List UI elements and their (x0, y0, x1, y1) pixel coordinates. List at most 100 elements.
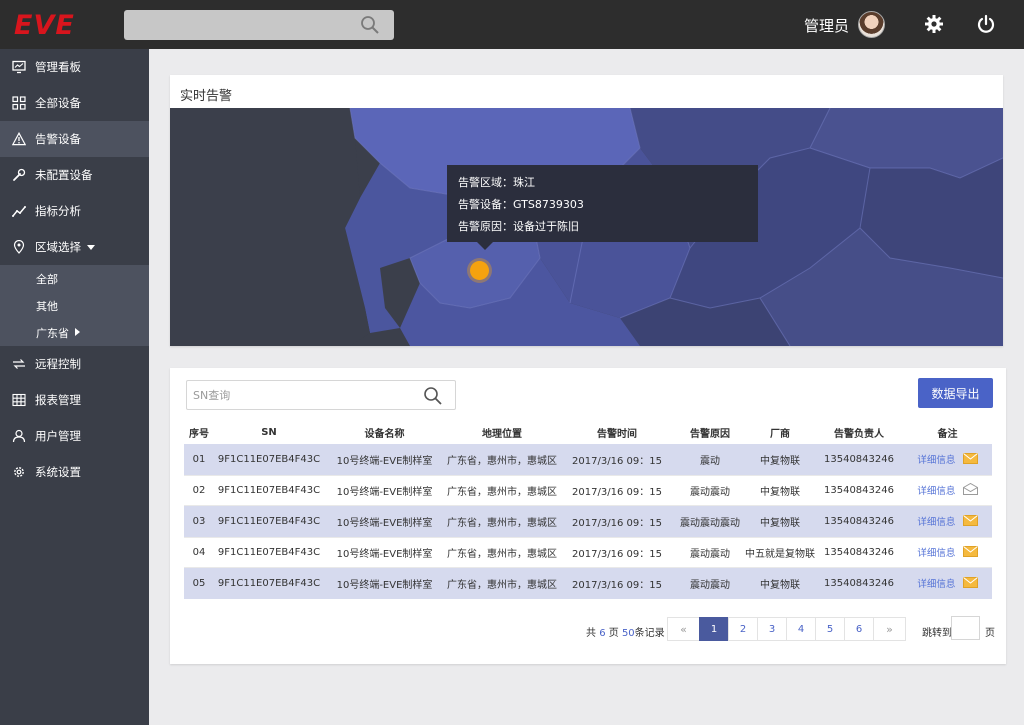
pagination-summary: 共 6 页 50条记录 (586, 624, 665, 639)
cell-location: 广东省，惠州市，惠城区 (447, 580, 557, 591)
user-name[interactable]: 管理员 (804, 15, 849, 36)
alert-location-pin[interactable] (470, 261, 489, 280)
sidebar-item-label: 系统设置 (35, 465, 81, 479)
cell-location: 广东省，惠州市，惠城区 (447, 456, 557, 467)
monitor-icon (12, 60, 26, 74)
cell-location: 广东省，惠州市，惠城区 (447, 518, 557, 529)
column-header[interactable]: 告警时间 (559, 425, 675, 440)
remote-icon (12, 357, 26, 371)
page-button-2[interactable]: 2 (728, 617, 758, 641)
jump-to-label: 跳转到 (922, 628, 952, 639)
tooltip-reason: 告警原因：设备过于陈旧 (458, 220, 579, 233)
export-data-button[interactable]: 数据导出 (918, 378, 993, 408)
sidebar-item-system-settings[interactable]: 系统设置 (0, 454, 149, 490)
alert-map[interactable]: 告警区域：珠江 告警设备：GTS8739303 告警原因：设备过于陈旧 (170, 108, 1003, 346)
sidebar-item-reports[interactable]: 报表管理 (0, 382, 149, 418)
jump-to-page-input[interactable] (951, 616, 980, 640)
table-row[interactable]: 03 9F1C11E07EB4F43C 10号终端-EVE制样室 广东省，惠州市… (184, 506, 992, 537)
sidebar-item-alert-devices[interactable]: 告警设备 (0, 121, 149, 157)
page-button-1[interactable]: 1 (699, 617, 729, 641)
logo[interactable]: EVE (14, 10, 75, 41)
cell-note: 详细信息 (903, 545, 992, 560)
realtime-alert-card: 实时告警 告警区域：珠江 告警设备：GTS8739303 告警原因：设备过于陈旧 (170, 75, 1003, 346)
cell-vendor: 中复物联 (760, 487, 800, 498)
sidebar-subitem-other[interactable]: 其他 (0, 292, 149, 319)
warning-icon (12, 132, 26, 146)
column-header[interactable]: 序号 (184, 425, 214, 440)
cell-vendor: 中复物联 (760, 580, 800, 591)
column-header[interactable]: 告警原因 (675, 425, 745, 440)
global-search-bar[interactable] (124, 10, 394, 40)
sidebar-item-region-select[interactable]: 区域选择 (0, 229, 149, 265)
sidebar-subitem-guangdong[interactable]: 广东省 (0, 319, 149, 346)
settings-gear-icon[interactable] (924, 14, 944, 37)
cell-sn: 9F1C11E07EB4F43C (217, 547, 321, 558)
detail-link[interactable]: 详细信息 (917, 548, 955, 559)
sn-search-input[interactable] (188, 382, 413, 408)
sidebar: 管理看板 全部设备 告警设备 未配置设备 指标分析 区域选择 全部 其他 广东省… (0, 49, 149, 725)
location-icon (12, 240, 26, 254)
table-row[interactable]: 02 9F1C11E07EB4F43C 10号终端-EVE制样室 广东省，惠州市… (184, 475, 992, 506)
page-button-3[interactable]: 3 (757, 617, 787, 641)
cell-alert-time: 2017/3/16 09：15 (572, 580, 662, 591)
sidebar-item-all-devices[interactable]: 全部设备 (0, 85, 149, 121)
cell-vendor: 中复物联 (760, 518, 800, 529)
detail-link[interactable]: 详细信息 (917, 579, 955, 590)
cell-note: 详细信息 (903, 576, 992, 591)
detail-link[interactable]: 详细信息 (917, 517, 955, 528)
power-icon[interactable] (976, 14, 996, 37)
column-header[interactable]: 设备名称 (324, 425, 445, 440)
sidebar-item-label: 告警设备 (35, 132, 81, 146)
avatar[interactable] (858, 11, 885, 38)
cell-sn: 9F1C11E07EB4F43C (217, 578, 321, 589)
page-button-6[interactable]: 6 (844, 617, 874, 641)
table-row[interactable]: 05 9F1C11E07EB4F43C 10号终端-EVE制样室 广东省，惠州市… (184, 568, 992, 599)
cell-no: 05 (192, 578, 206, 589)
cell-alert-reason: 震动震动震动 (680, 518, 740, 529)
card-title: 实时告警 (180, 89, 233, 104)
column-header[interactable]: 地理位置 (445, 425, 559, 440)
alert-tooltip: 告警区域：珠江 告警设备：GTS8739303 告警原因：设备过于陈旧 (447, 165, 758, 250)
cell-location: 广东省，惠州市，惠城区 (447, 549, 557, 560)
cell-device-name: 10号终端-EVE制样室 (336, 549, 433, 560)
sidebar-item-label: 管理看板 (35, 60, 81, 74)
sidebar-subitem-all[interactable]: 全部 (0, 265, 149, 292)
page-button-4[interactable]: 4 (786, 617, 816, 641)
column-header[interactable]: 告警负责人 (815, 425, 903, 440)
detail-link[interactable]: 详细信息 (917, 455, 955, 466)
mail-read-icon[interactable] (962, 483, 978, 498)
cell-sn: 9F1C11E07EB4F43C (217, 516, 321, 527)
detail-link[interactable]: 详细信息 (917, 486, 955, 497)
table-row[interactable]: 01 9F1C11E07EB4F43C 10号终端-EVE制样室 广东省，惠州市… (184, 444, 992, 475)
sidebar-item-unconfigured-devices[interactable]: 未配置设备 (0, 157, 149, 193)
sidebar-item-metrics[interactable]: 指标分析 (0, 193, 149, 229)
sidebar-item-label: 用户管理 (35, 429, 81, 443)
page-button-5[interactable]: 5 (815, 617, 845, 641)
mail-unread-icon[interactable] (962, 577, 978, 591)
prev-page-button[interactable]: « (667, 617, 700, 641)
sidebar-item-label: 未配置设备 (35, 168, 93, 182)
mail-unread-icon[interactable] (962, 515, 978, 529)
column-header[interactable]: 备注 (903, 425, 992, 440)
sidebar-item-remote-control[interactable]: 远程控制 (0, 346, 149, 382)
cell-note: 详细信息 (903, 483, 992, 499)
sidebar-item-dashboard[interactable]: 管理看板 (0, 49, 149, 85)
sidebar-item-users[interactable]: 用户管理 (0, 418, 149, 454)
table-row[interactable]: 04 9F1C11E07EB4F43C 10号终端-EVE制样室 广东省，惠州市… (184, 537, 992, 568)
mail-unread-icon[interactable] (962, 546, 978, 560)
cell-alert-time: 2017/3/16 09：15 (572, 487, 662, 498)
sidebar-item-label: 报表管理 (35, 393, 81, 407)
cell-owner: 13540843246 (824, 485, 894, 496)
tooltip-arrow (477, 242, 493, 250)
sidebar-subitem-label: 广东省 (36, 326, 69, 340)
search-icon[interactable] (360, 15, 380, 38)
column-header[interactable]: 厂商 (745, 425, 815, 440)
column-header[interactable]: SN (214, 427, 324, 438)
gear-icon (12, 465, 26, 479)
mail-unread-icon[interactable] (962, 453, 978, 467)
cell-location: 广东省，惠州市，惠城区 (447, 487, 557, 498)
cell-no: 04 (192, 547, 206, 558)
search-icon[interactable] (423, 386, 443, 409)
next-page-button[interactable]: » (873, 617, 906, 641)
sidebar-subitem-label: 全部 (36, 272, 58, 286)
